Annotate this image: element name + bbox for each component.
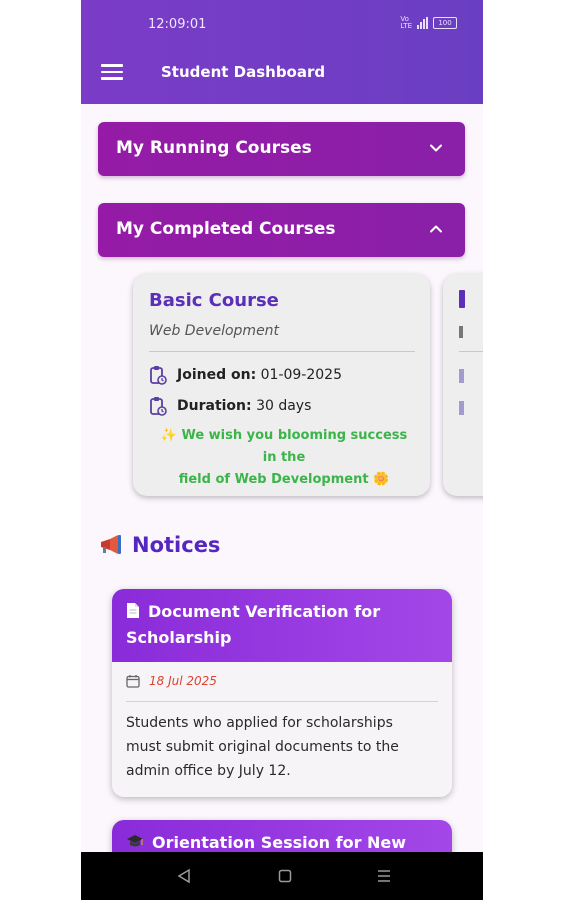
chevron-down-icon xyxy=(430,144,442,152)
course-title-fragment xyxy=(459,290,465,308)
clipboard-clock-icon xyxy=(150,397,167,416)
course-category-fragment xyxy=(459,326,463,338)
running-courses-accordion[interactable]: My Running Courses xyxy=(98,122,465,176)
notices-title: Notices xyxy=(132,533,221,557)
clipboard-clock-icon xyxy=(150,366,167,385)
notice-body: Students who applied for scholarships mu… xyxy=(126,715,399,779)
menu-icon[interactable] xyxy=(101,64,123,80)
clipboard-icon-fragment xyxy=(459,369,464,383)
signal-icon xyxy=(417,17,428,29)
divider xyxy=(149,351,415,352)
course-card[interactable]: Basic Course Web Development Joined on: … xyxy=(133,274,430,496)
notices-heading: Notices xyxy=(98,533,220,557)
duration-row: Duration: 30 days xyxy=(149,396,311,416)
status-time: 12:09:01 xyxy=(148,17,207,32)
joined-label: Joined on: xyxy=(177,367,257,383)
notice-date-row: 18 Jul 2025 xyxy=(126,674,217,688)
joined-row: Joined on: 01-09-2025 xyxy=(149,365,342,385)
phone-screen: 12:09:01 Vo LTE 100 Student Dashboard My … xyxy=(81,0,483,900)
wish-line: field of Web Development 🌼 xyxy=(178,472,390,487)
calendar-icon xyxy=(126,675,140,688)
notice-date: 18 Jul 2025 xyxy=(149,674,217,688)
page-title: Student Dashboard xyxy=(161,63,326,81)
clipboard-icon-fragment xyxy=(459,401,464,415)
joined-value: 01-09-2025 xyxy=(260,367,342,383)
course-category: Web Development xyxy=(149,323,280,339)
notice-title: Orientation Session for New xyxy=(152,833,407,852)
back-icon[interactable] xyxy=(177,868,191,884)
battery-icon: 100 xyxy=(433,17,457,29)
accordion-label: My Running Courses xyxy=(116,138,312,158)
status-icons: Vo LTE 100 xyxy=(400,16,457,30)
chevron-up-icon xyxy=(430,225,442,233)
document-icon xyxy=(127,603,139,618)
wish-line: ✨ We wish you blooming success in the xyxy=(160,428,408,465)
divider xyxy=(459,351,483,352)
divider xyxy=(126,701,438,702)
accordion-label: My Completed Courses xyxy=(116,219,336,239)
notice-header: Document Verification for Scholarship xyxy=(112,589,452,662)
system-nav-bar xyxy=(81,852,483,900)
app-bar: 12:09:01 Vo LTE 100 Student Dashboard xyxy=(81,0,483,104)
notice-card[interactable]: Document Verification for Scholarship 18… xyxy=(112,589,452,797)
success-wish: ✨ We wish you blooming success in the fi… xyxy=(155,425,413,491)
volte-icon: Vo LTE xyxy=(400,15,412,30)
completed-courses-accordion[interactable]: My Completed Courses xyxy=(98,203,465,257)
duration-label: Duration: xyxy=(177,398,252,414)
course-title: Basic Course xyxy=(149,290,279,311)
graduation-cap-icon xyxy=(127,835,143,847)
megaphone-icon xyxy=(101,535,121,554)
next-course-card[interactable] xyxy=(443,274,483,496)
recents-icon[interactable] xyxy=(377,868,391,884)
notice-title: Document Verification for Scholarship xyxy=(126,602,381,647)
duration-value: 30 days xyxy=(256,398,312,414)
home-icon[interactable] xyxy=(278,868,292,884)
